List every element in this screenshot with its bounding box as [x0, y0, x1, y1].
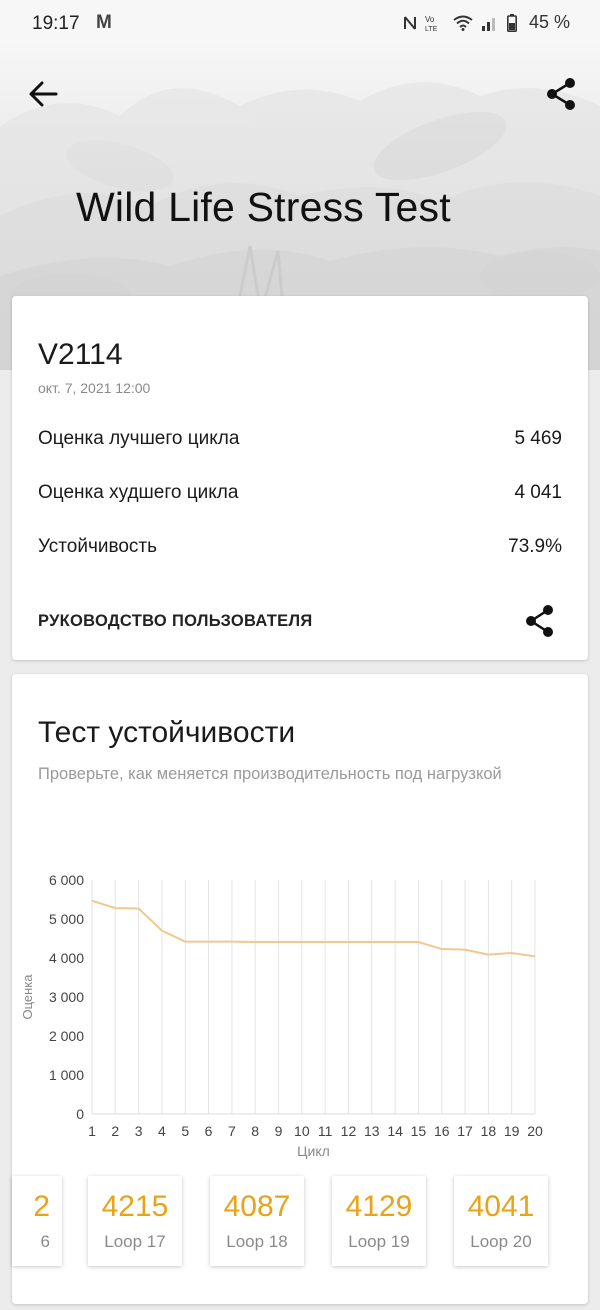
- x-tick-label: 19: [504, 1123, 520, 1139]
- loop-label: Loop 19: [348, 1232, 410, 1251]
- page-title: Wild Life Stress Test: [76, 184, 451, 230]
- x-tick-label: 10: [294, 1123, 310, 1139]
- series-line: [91, 899, 536, 958]
- x-tick-label: 4: [158, 1123, 166, 1139]
- x-tick-label: 11: [318, 1123, 333, 1139]
- x-tick-label: 16: [434, 1123, 450, 1139]
- x-tick-label: 17: [457, 1123, 473, 1139]
- loop-tile[interactable]: 4087 Loop 18: [210, 1176, 304, 1266]
- y-tick-label: 0: [76, 1106, 84, 1122]
- device-name: V2114: [38, 338, 123, 371]
- x-tick-label: 9: [275, 1123, 283, 1139]
- volte-icon: Vo LTE: [425, 15, 438, 32]
- loop-score: 4087: [223, 1190, 291, 1223]
- x-tick-label: 12: [341, 1123, 357, 1139]
- y-tick-label: 4 000: [49, 950, 84, 966]
- stability-chart: 01 0002 0003 0004 0005 0006 0001 2 3 4 5 6 7 8 9…: [20, 872, 543, 1159]
- x-tick-label: 6: [205, 1123, 213, 1139]
- loop-tile[interactable]: 4215 Loop 17: [88, 1176, 182, 1266]
- x-tick-label: 18: [481, 1123, 497, 1139]
- result-date: окт. 7, 2021 12:00: [38, 380, 151, 396]
- status-bar: 19:17 M Vo LTE 45 %: [0, 0, 600, 46]
- x-tick-label: 2: [111, 1123, 119, 1139]
- loop-tile[interactable]: 4129 Loop 19: [332, 1176, 426, 1266]
- status-time: 19:17: [32, 13, 80, 34]
- y-tick-label: 1 000: [49, 1067, 84, 1083]
- battery-percent: 45 %: [528, 12, 570, 32]
- y-tick-label: 5 000: [49, 911, 84, 927]
- loop-label: Loop 17: [104, 1232, 166, 1251]
- stability-title: Тест устойчивости: [38, 716, 296, 749]
- worst-loop-label: Оценка худшего цикла: [38, 482, 239, 503]
- battery-icon: [506, 13, 517, 32]
- stability-subtitle: Проверьте, как меняется производительнос…: [38, 765, 502, 783]
- loop-score: 4215: [101, 1190, 169, 1223]
- signal-icon: [481, 17, 495, 31]
- y-axis-label: Оценка: [20, 974, 35, 1020]
- x-tick-label: 15: [411, 1123, 427, 1139]
- user-guide-link[interactable]: РУКОВОДСТВО ПОЛЬЗОВАТЕЛЯ: [38, 612, 313, 631]
- wifi-icon: [453, 15, 473, 31]
- loop-score: 4041: [467, 1190, 535, 1223]
- svg-text:Vo: Vo: [425, 15, 435, 24]
- worst-loop-row: Оценка худшего цикла 4 041: [38, 482, 562, 504]
- loop-tile-partial[interactable]: 2 6: [12, 1176, 62, 1266]
- x-tick-label: 5: [181, 1123, 189, 1139]
- share-icon[interactable]: [544, 76, 578, 112]
- x-tick-label: 8: [251, 1123, 259, 1139]
- y-tick-label: 6 000: [49, 872, 84, 888]
- svg-text:LTE: LTE: [425, 26, 438, 32]
- share-icon[interactable]: [524, 604, 556, 638]
- x-tick-label: 1: [88, 1123, 96, 1139]
- worst-loop-value: 4 041: [514, 482, 562, 503]
- loop-label: 6: [40, 1232, 50, 1251]
- best-loop-value: 5 469: [514, 428, 562, 449]
- x-tick-label: 3: [135, 1123, 143, 1139]
- status-icons: Vo LTE 45 %: [403, 12, 570, 33]
- stability-card: Тест устойчивости Проверьте, как меняетс…: [12, 674, 588, 1304]
- x-axis-label: Цикл: [297, 1143, 330, 1159]
- x-tick-label: 20: [527, 1123, 543, 1139]
- stability-label: Устойчивость: [38, 536, 158, 557]
- x-tick-label: 7: [228, 1123, 236, 1139]
- result-card: V2114 окт. 7, 2021 12:00 Оценка лучшего …: [12, 296, 588, 660]
- stability-row: Устойчивость 73.9%: [38, 536, 562, 558]
- loop-tile[interactable]: 4041 Loop 20: [454, 1176, 548, 1266]
- loop-score: 4129: [345, 1190, 413, 1223]
- loop-label: Loop 20: [470, 1232, 532, 1251]
- mail-icon: M: [96, 12, 112, 33]
- y-tick-label: 3 000: [49, 989, 84, 1005]
- y-tick-label: 2 000: [49, 1028, 84, 1044]
- back-arrow-icon[interactable]: [26, 78, 62, 110]
- x-tick-label: 14: [387, 1123, 403, 1139]
- best-loop-label: Оценка лучшего цикла: [38, 428, 240, 449]
- loop-label: Loop 18: [226, 1232, 288, 1251]
- stability-value: 73.9%: [508, 536, 562, 557]
- nfc-icon: [403, 15, 416, 30]
- best-loop-row: Оценка лучшего цикла 5 469: [38, 428, 562, 450]
- x-tick-label: 13: [364, 1123, 380, 1139]
- loop-score: 2: [33, 1190, 50, 1223]
